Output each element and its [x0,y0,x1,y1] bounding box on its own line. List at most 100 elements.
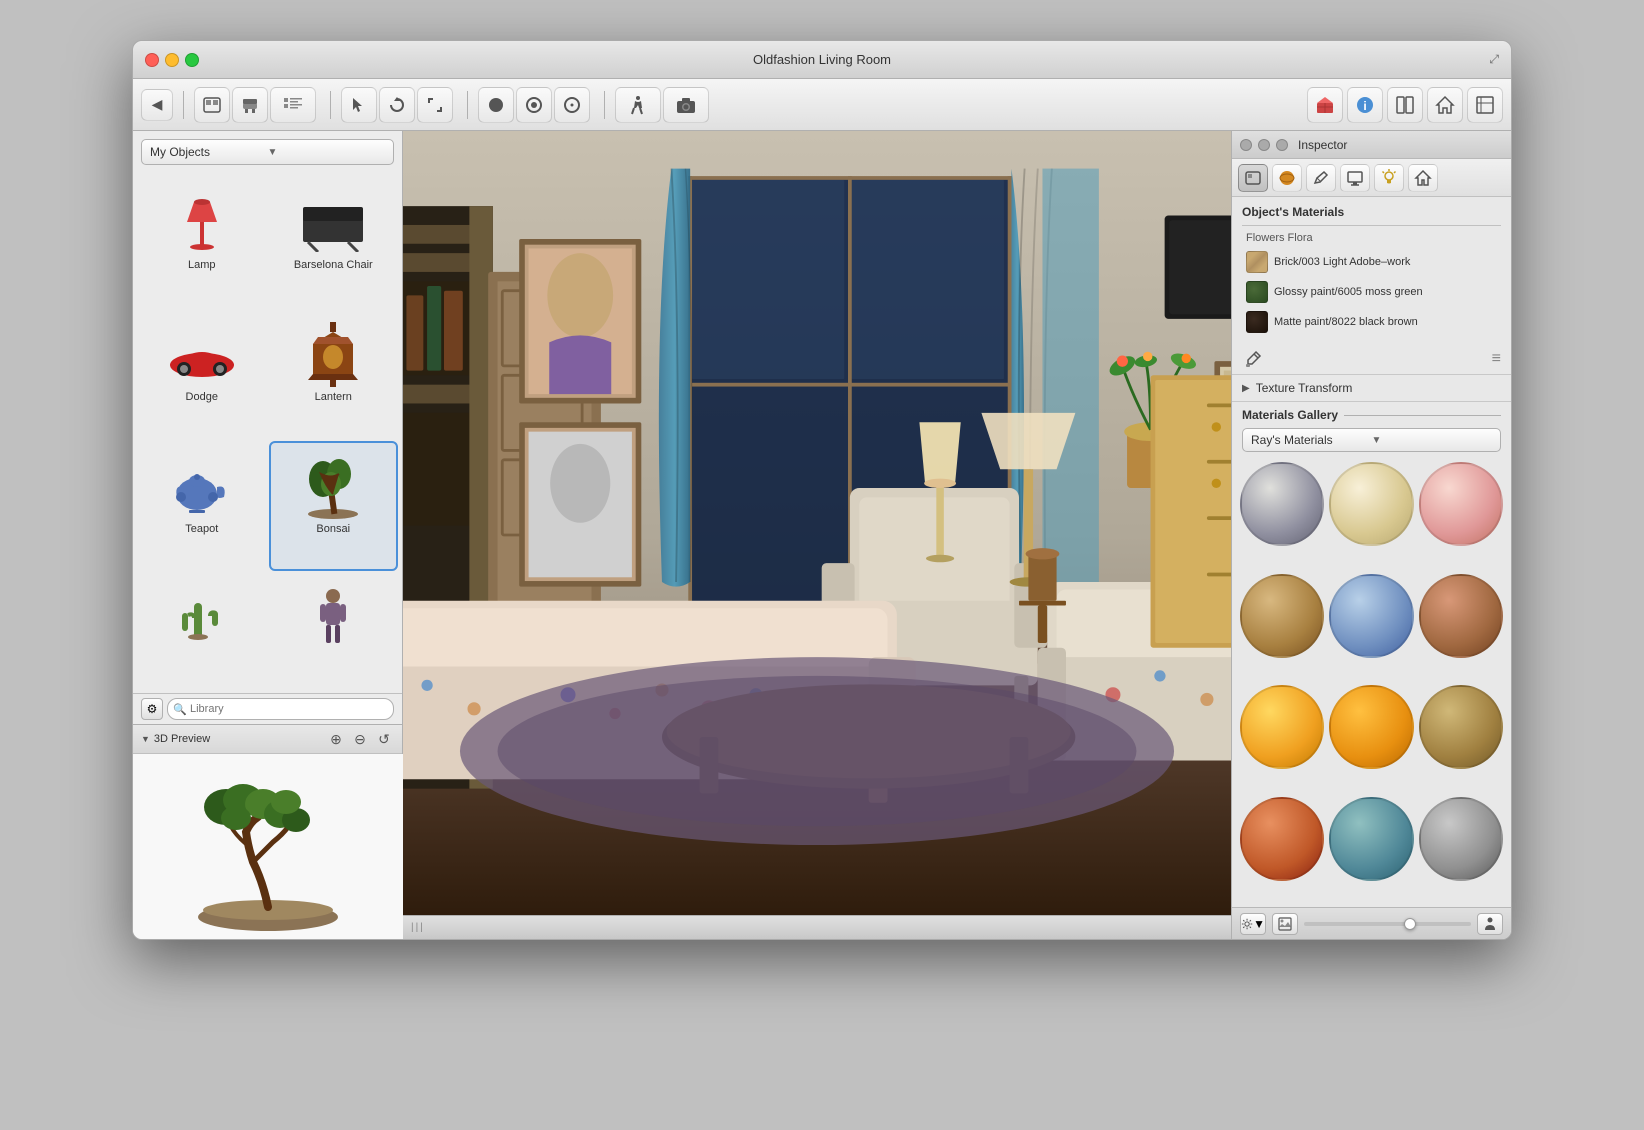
inspector-house-btn[interactable] [1408,164,1438,192]
search-input[interactable] [167,698,394,720]
left-sidebar: My Objects ▼ Lamp [133,131,403,939]
view-group [478,87,590,123]
svg-text:i: i [1363,99,1366,113]
viewport[interactable]: ||| [403,131,1231,939]
back-button[interactable]: ◀ [141,89,173,121]
zoom-in-button[interactable]: ⊕ [326,729,346,749]
separator-4 [604,91,605,119]
select-tool[interactable] [341,87,377,123]
texture-transform-row[interactable]: ▶ Texture Transform [1232,375,1511,402]
house-button[interactable] [1427,87,1463,123]
object-item-barcelona[interactable]: Barselona Chair [269,177,399,307]
object-item-teapot[interactable]: Teapot [137,441,267,571]
inspector-close[interactable] [1240,139,1252,151]
lantern-label: Lantern [315,391,352,403]
objects-grid: Lamp Barselona Chair [133,173,402,693]
lamp-label: Lamp [188,259,216,271]
search-wrapper: 🔍 [167,698,394,720]
material-item-matte[interactable]: Matte paint/8022 black brown [1242,308,1501,336]
gear-button[interactable]: ▼ [1240,913,1266,935]
gallery-ball-9[interactable] [1419,685,1503,769]
app-window: Oldfashion Living Room ⤢ ◀ [132,40,1512,940]
object-item-figure[interactable] [269,573,399,689]
gallery-ball-8[interactable] [1329,685,1413,769]
package-button[interactable] [1307,87,1343,123]
eyedropper-menu-button[interactable]: ≡ [1492,350,1501,368]
gallery-ball-12[interactable] [1419,797,1503,881]
object-item-bonsai[interactable]: Bonsai [269,441,399,571]
dropdown-arrow-icon: ▼ [1372,435,1493,446]
zoom-out-button[interactable]: ⊖ [350,729,370,749]
circle-btn1[interactable] [478,87,514,123]
object-item-lamp[interactable]: Lamp [137,177,267,307]
gallery-ball-5[interactable] [1329,574,1413,658]
matte-name: Matte paint/8022 black brown [1274,315,1418,329]
lantern-thumbnail [293,319,373,389]
objects-dropdown-label: My Objects [150,145,268,159]
window-title: Oldfashion Living Room [753,52,891,67]
circle-btn3[interactable] [554,87,590,123]
blueprint-button[interactable] [1467,87,1503,123]
rotate-preview-button[interactable]: ↺ [374,729,394,749]
walk-button[interactable] [615,87,661,123]
inspector-sphere-btn[interactable] [1272,164,1302,192]
eyedropper-button[interactable] [1242,348,1264,370]
inspector-maximize[interactable] [1276,139,1288,151]
gallery-ball-2[interactable] [1329,462,1413,546]
resize-tool[interactable] [417,87,453,123]
teapot-thumbnail [162,451,242,521]
objects-button[interactable] [194,87,230,123]
objects-group [194,87,316,123]
list-button[interactable] [270,87,316,123]
info-button[interactable]: i [1347,87,1383,123]
inspector-objects-btn[interactable] [1238,164,1268,192]
material-item-brick[interactable]: Brick/003 Light Adobe–work [1242,248,1501,276]
brick-name: Brick/003 Light Adobe–work [1274,255,1410,269]
preview-collapse-icon[interactable]: ▼ [141,734,150,744]
objects-materials-section: Object's Materials Flowers Flora Brick/0… [1232,197,1511,344]
gallery-ball-6[interactable] [1419,574,1503,658]
circle-btn2[interactable] [516,87,552,123]
image-import-button[interactable] [1272,913,1298,935]
layout-button[interactable] [1387,87,1423,123]
preview-title: 3D Preview [154,733,322,745]
tools-group [341,87,453,123]
inspector-minimize[interactable] [1258,139,1270,151]
texture-transform-icon: ▶ [1242,383,1250,394]
gallery-ball-1[interactable] [1240,462,1324,546]
slider-thumb[interactable] [1404,918,1416,930]
gallery-ball-11[interactable] [1329,797,1413,881]
minimize-button[interactable] [165,53,179,67]
inspector-title: Inspector [1298,138,1347,152]
slider-track[interactable] [1304,922,1471,926]
preview-header: ▼ 3D Preview ⊕ ⊖ ↺ [133,725,402,754]
viewport-handle: ||| [411,922,425,933]
gallery-ball-4[interactable] [1240,574,1324,658]
chair-button[interactable] [232,87,268,123]
material-item-glossy[interactable]: Glossy paint/6005 moss green [1242,278,1501,306]
dropdown-arrow-icon: ▼ [268,147,386,158]
section-divider-1 [1242,225,1501,226]
rays-materials-label: Ray's Materials [1251,433,1372,447]
person-button[interactable] [1477,913,1503,935]
rotate-tool[interactable] [379,87,415,123]
expand-icon[interactable]: ⤢ [1489,52,1499,67]
main-content: My Objects ▼ Lamp [133,131,1511,939]
objects-materials-title: Object's Materials [1242,205,1501,219]
objects-dropdown[interactable]: My Objects ▼ [141,139,394,165]
maximize-button[interactable] [185,53,199,67]
inspector-edit-btn[interactable] [1306,164,1336,192]
object-item-dodge[interactable]: Dodge [137,309,267,439]
gallery-ball-10[interactable] [1240,797,1324,881]
gallery-ball-7[interactable] [1240,685,1324,769]
inspector-monitor-btn[interactable] [1340,164,1370,192]
search-bar: ⚙ 🔍 [133,693,402,724]
rays-materials-dropdown[interactable]: Ray's Materials ▼ [1242,428,1501,452]
object-item-lantern[interactable]: Lantern [269,309,399,439]
inspector-light-btn[interactable] [1374,164,1404,192]
gear-settings-button[interactable]: ⚙ [141,698,163,720]
object-item-cactus[interactable] [137,573,267,689]
camera-button[interactable] [663,87,709,123]
gallery-ball-3[interactable] [1419,462,1503,546]
close-button[interactable] [145,53,159,67]
